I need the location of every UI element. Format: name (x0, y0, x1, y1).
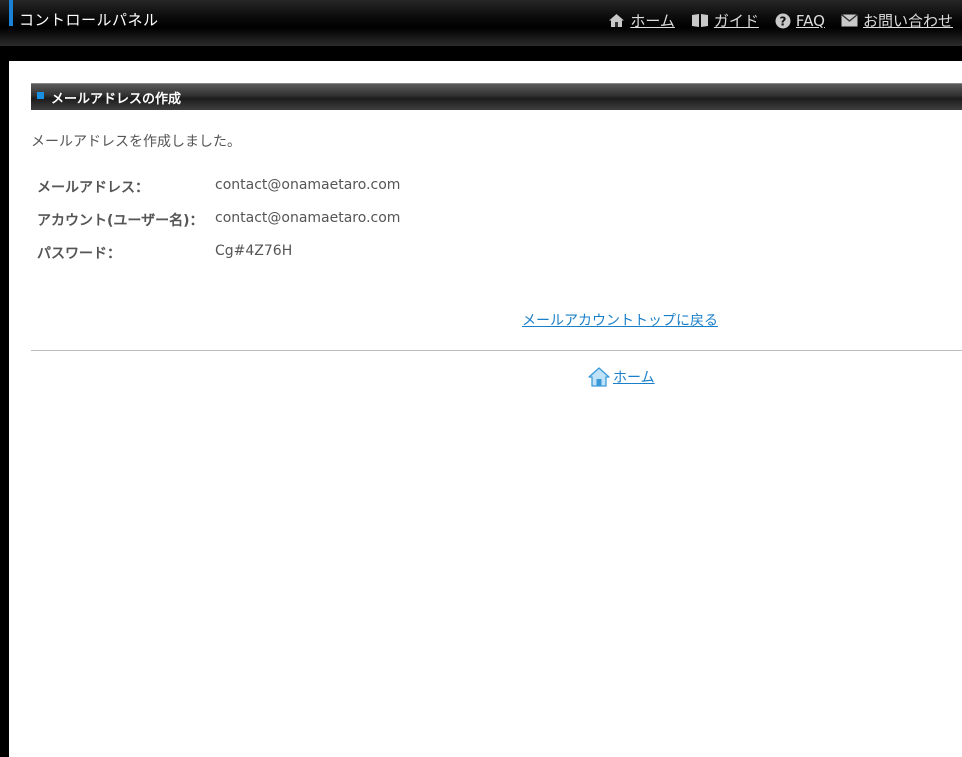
password-value: Cg#4Z76H (215, 243, 293, 259)
back-to-mail-top-link[interactable]: メールアカウントトップに戻る (522, 310, 718, 330)
nav-guide-label: ガイド (713, 12, 759, 30)
book-icon (691, 14, 708, 27)
password-label: パスワード： (37, 246, 121, 262)
nav-contact-link[interactable]: お問い合わせ (841, 10, 953, 31)
title-accent-bar (9, 0, 13, 26)
top-bar: コントロールパネル ホーム ガイド ? FAQ お問い合わせ (0, 0, 962, 46)
account-label: アカウント(ユーザー名)： (37, 213, 204, 229)
section-title: メールアドレスの作成 (51, 92, 182, 107)
nav-guide-link[interactable]: ガイド (691, 10, 759, 31)
footer-home-link[interactable]: ホーム (588, 367, 655, 387)
svg-text:?: ? (779, 14, 786, 28)
email-value: contact@onamaetaro.com (215, 177, 401, 193)
divider (31, 350, 962, 351)
email-label: メールアドレス： (37, 180, 149, 196)
main-content: メールアドレスの作成 メールアドレスを作成しました。 メールアドレス： cont… (9, 61, 962, 757)
account-value: contact@onamaetaro.com (215, 210, 401, 226)
question-icon: ? (775, 13, 791, 28)
home-icon (588, 367, 610, 387)
success-message: メールアドレスを作成しました。 (31, 134, 241, 150)
top-nav: ホーム ガイド ? FAQ お問い合わせ (592, 10, 953, 31)
section-square-icon (37, 92, 44, 99)
section-header: メールアドレスの作成 (31, 83, 962, 110)
nav-faq-label: FAQ (795, 11, 825, 30)
mail-icon (841, 14, 858, 27)
nav-contact-label: お問い合わせ (862, 12, 953, 30)
nav-faq-link[interactable]: ? FAQ (775, 12, 825, 30)
home-icon (609, 14, 625, 27)
nav-home-label: ホーム (630, 12, 675, 30)
footer-home-label: ホーム (613, 370, 655, 386)
app-title: コントロールパネル (19, 11, 159, 29)
nav-home-link[interactable]: ホーム (608, 10, 675, 31)
